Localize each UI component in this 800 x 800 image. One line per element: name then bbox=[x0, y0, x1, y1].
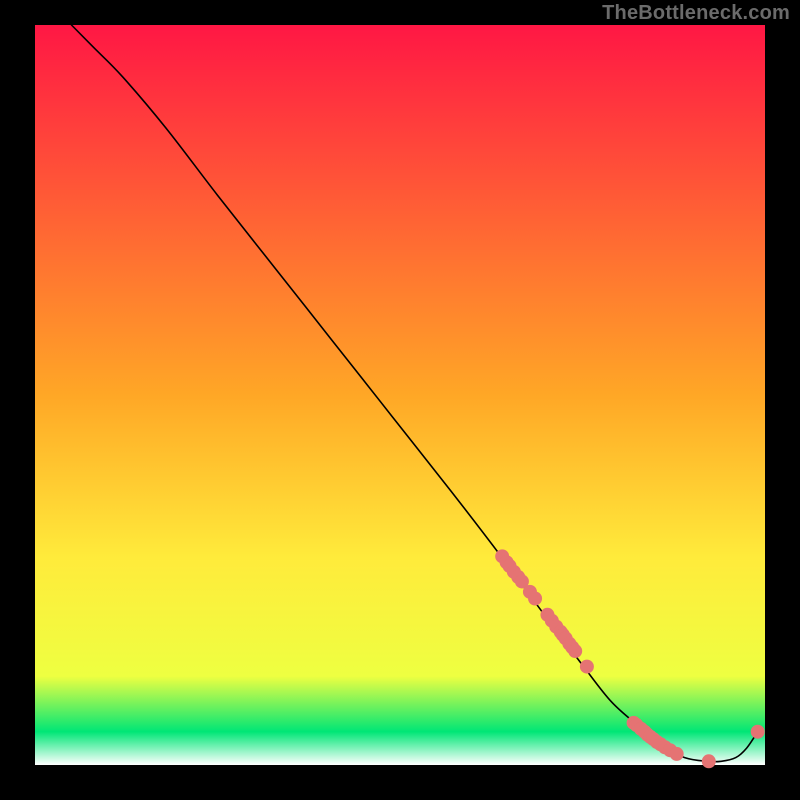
curve-marker bbox=[528, 592, 542, 606]
plot-area bbox=[35, 25, 765, 765]
chart-stage: TheBottleneck.com bbox=[0, 0, 800, 800]
curve-marker bbox=[568, 644, 582, 658]
bottleneck-chart bbox=[0, 0, 800, 800]
curve-marker bbox=[580, 660, 594, 674]
watermark-text: TheBottleneck.com bbox=[602, 2, 790, 25]
curve-marker bbox=[751, 725, 765, 739]
curve-marker bbox=[702, 754, 716, 768]
curve-marker bbox=[670, 747, 684, 761]
